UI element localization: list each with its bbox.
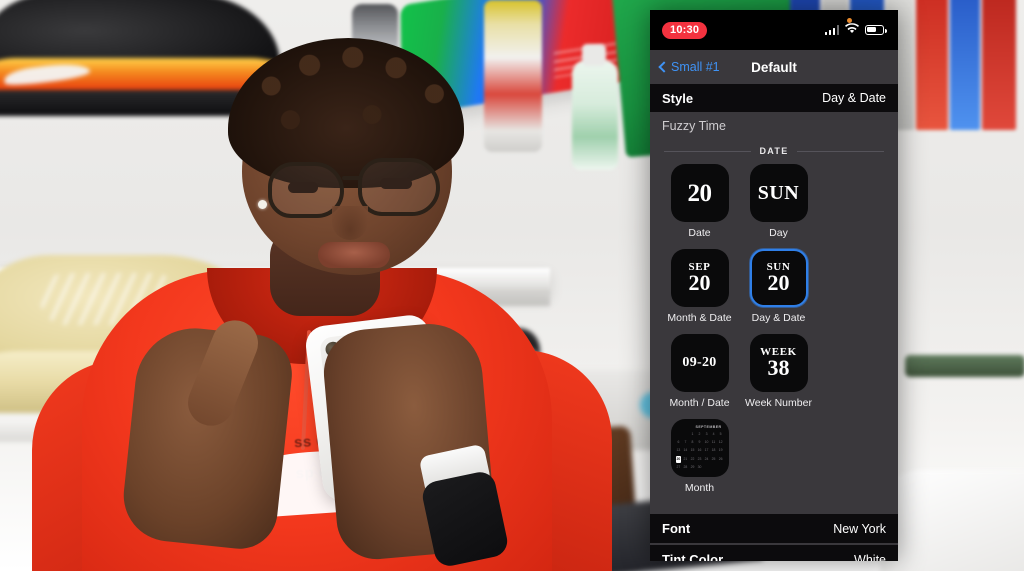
date-option-label: Day — [769, 227, 788, 239]
calendar-month-label: SEPTEMBER — [695, 425, 722, 429]
date-option-card[interactable]: SEP 20 — [670, 249, 729, 307]
date-option-1[interactable]: SUN Day — [739, 164, 818, 239]
date-option-4[interactable]: 09-20 Month / Date — [660, 334, 739, 409]
calendar-day: 29 — [690, 464, 695, 469]
person: ss CML R. 970 signed for sp crafted for … — [32, 30, 612, 571]
mouth — [318, 242, 390, 268]
date-option-5[interactable]: WEEK 38 Week Number — [739, 334, 818, 409]
calendar-day: 23 — [697, 456, 702, 461]
divider-right — [796, 150, 885, 152]
wifi-icon — [845, 21, 859, 39]
date-option-0[interactable]: 20 Date — [660, 164, 739, 239]
card-main-text: 20 — [767, 270, 790, 295]
settings-list: FontNew YorkTint ColorWhiteBackground Co… — [650, 514, 898, 561]
date-option-label: Week Number — [745, 397, 812, 409]
calendar-day: 12 — [718, 440, 723, 445]
eyeglass-bridge — [342, 176, 362, 180]
calendar-day: 10 — [704, 440, 709, 445]
green-shelf-item — [905, 355, 1024, 377]
chevron-left-icon — [658, 61, 670, 73]
calendar-day: 6 — [677, 440, 680, 445]
screenshot-stage: ss CML R. 970 signed for sp crafted for … — [0, 0, 1024, 571]
date-style-picker: DATE 20 Date SUN Day SEP 20 Month & Date SUN 20 D… — [650, 140, 898, 514]
calendar-day: 7 — [684, 440, 687, 445]
mic-indicator-icon — [847, 18, 852, 23]
date-option-card-calendar[interactable]: SEPTEMBER 1 2 3 4 5 6 7 8 9 10 11 12 13 14 15 16 17 18 19 20… — [670, 419, 729, 477]
date-option-label: Date — [688, 227, 711, 239]
card-main-text: 20 — [687, 179, 713, 207]
date-option-label: Month / Date — [669, 397, 730, 409]
calendar-day: 28 — [683, 464, 688, 469]
recording-time-pill[interactable]: 10:30 — [662, 21, 708, 39]
eyeglass-lens-right — [358, 158, 440, 216]
calendar-day: 18 — [711, 448, 716, 453]
date-option-card[interactable]: 09-20 — [670, 334, 729, 392]
setting-value: New York — [833, 521, 886, 536]
calendar-day: 9 — [698, 440, 701, 445]
phone-screen-overlay: 10:30 Small #1 Default Style Day & Date … — [650, 10, 898, 561]
calendar-day: 19 — [718, 448, 723, 453]
date-option-card[interactable]: 20 — [670, 164, 729, 222]
card-main-text: SUN — [757, 182, 800, 204]
card-main-text: 09-20 — [682, 355, 717, 370]
calendar-day: 3 — [705, 432, 708, 436]
calendar-day: 15 — [690, 448, 695, 453]
divider-left — [664, 150, 752, 152]
setting-value: White — [854, 552, 886, 562]
date-option-label: Day & Date — [751, 312, 806, 324]
back-button[interactable]: Small #1 — [658, 60, 720, 74]
calendar-day: 30 — [697, 464, 702, 469]
status-icons — [824, 21, 887, 39]
calendar-day: 17 — [704, 448, 709, 453]
card-main-text: 20 — [688, 270, 711, 295]
calendar-day-grid: 1 2 3 4 5 6 7 8 9 10 11 12 13 14 15 16 17 18 19 20 21 22 23 24 2… — [675, 431, 724, 471]
navigation-bar: Small #1 Default — [650, 50, 898, 84]
calendar-day: 4 — [712, 432, 715, 436]
date-option-3[interactable]: SUN 20 Day & Date — [739, 249, 818, 324]
style-row-value: Day & Date — [822, 91, 886, 105]
date-option-card[interactable]: SUN 20 — [749, 249, 808, 307]
calendar-day: 11 — [711, 440, 716, 445]
setting-row-tint-color[interactable]: Tint Color White — [650, 545, 898, 561]
date-option-6[interactable]: SEPTEMBER 1 2 3 4 5 6 7 8 9 10 11 12 13 14 15 16 17 18 19 20… — [660, 419, 739, 494]
setting-label: Font — [662, 521, 691, 536]
cellular-signal-icon — [824, 25, 839, 35]
date-option-card[interactable]: WEEK 38 — [749, 334, 808, 392]
date-option-card[interactable]: SUN — [749, 164, 808, 222]
status-bar: 10:30 — [650, 10, 898, 50]
fuzzy-time-row[interactable]: Fuzzy Time — [650, 112, 898, 140]
calendar-day: 27 — [676, 464, 681, 469]
date-option-grid: 20 Date SUN Day SEP 20 Month & Date SUN 20 Day & … — [650, 160, 898, 504]
calendar-day: 25 — [711, 456, 716, 461]
back-button-label: Small #1 — [671, 60, 720, 74]
date-section-header: DATE — [650, 140, 898, 160]
calendar-day: 2 — [698, 432, 701, 436]
green-bottle — [572, 44, 618, 170]
date-section-title: DATE — [759, 146, 789, 156]
date-option-label: Month & Date — [667, 312, 732, 324]
calendar-day: 22 — [690, 456, 695, 461]
battery-icon — [865, 25, 887, 35]
setting-row-font[interactable]: Font New York — [650, 514, 898, 543]
calendar-day: 16 — [697, 448, 702, 453]
calendar-day: 5 — [719, 432, 722, 436]
calendar-day: 26 — [718, 456, 723, 461]
earring — [258, 200, 267, 209]
fuzzy-time-label: Fuzzy Time — [662, 119, 726, 133]
calendar-day: 14 — [683, 448, 688, 453]
card-main-text: 38 — [767, 355, 790, 380]
setting-label: Tint Color — [662, 552, 724, 561]
calendar-day: 13 — [676, 448, 681, 453]
hair-twists — [228, 34, 468, 164]
style-row-label: Style — [662, 90, 694, 106]
calendar-day: 20 — [675, 455, 682, 463]
date-option-2[interactable]: SEP 20 Month & Date — [660, 249, 739, 324]
style-row[interactable]: Style Day & Date — [650, 84, 898, 112]
calendar-day: 21 — [683, 456, 688, 461]
calendar-day: 24 — [704, 456, 709, 461]
white-cloth — [880, 470, 1024, 571]
calendar-day: 8 — [691, 440, 694, 445]
date-option-label: Month — [684, 482, 715, 494]
calendar-day: 1 — [691, 432, 694, 436]
